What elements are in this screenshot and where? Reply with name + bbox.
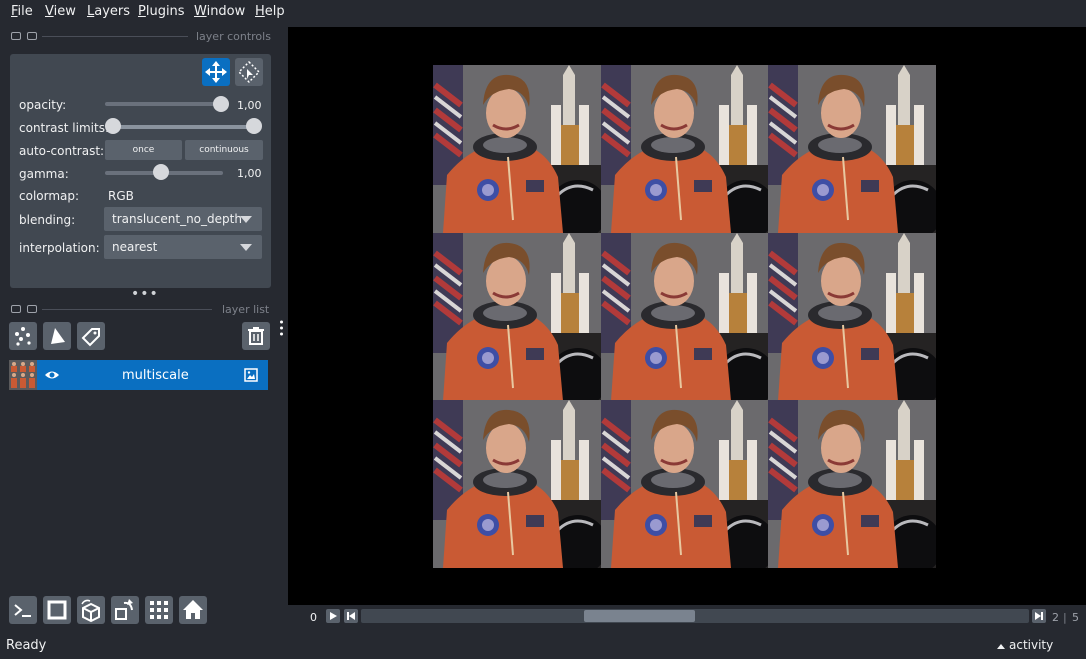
labels-icon [81, 328, 100, 347]
transpose-dims-button[interactable] [111, 596, 139, 624]
contrast-limits-slider[interactable] [113, 125, 253, 129]
dock-divider [42, 309, 212, 310]
opacity-slider[interactable] [105, 102, 223, 106]
gamma-slider-handle[interactable] [153, 164, 169, 180]
image-icon [244, 368, 258, 382]
float-dock-icon[interactable] [11, 305, 21, 313]
roll-icon [81, 599, 100, 623]
viewer-canvas[interactable] [288, 27, 1086, 605]
dims-slider-track[interactable] [361, 609, 1029, 623]
image-tile [768, 65, 936, 233]
points-icon [15, 327, 31, 346]
image-tile [600, 400, 769, 568]
chevron-down-icon [240, 244, 252, 251]
ndisplay-button[interactable] [43, 596, 71, 624]
more-options-icon[interactable] [280, 320, 283, 336]
console-icon [14, 604, 31, 617]
blending-label: blending: [19, 213, 76, 227]
roll-dims-button[interactable] [77, 596, 105, 624]
ndisplay-icon [47, 600, 67, 620]
menu-view[interactable]: View [45, 4, 76, 19]
play-icon [330, 612, 337, 620]
delete-layer-button[interactable] [242, 322, 270, 350]
dims-slider-handle[interactable] [584, 610, 695, 622]
blending-dropdown[interactable]: translucent_no_depth [104, 207, 262, 231]
activity-label: activity [1009, 638, 1054, 652]
play-button[interactable] [326, 609, 340, 623]
transform-icon [237, 60, 261, 84]
frame-separator: | [1063, 611, 1067, 624]
menu-window[interactable]: Window [194, 4, 245, 19]
layer-thumbnail [9, 360, 37, 390]
opacity-slider-handle[interactable] [213, 96, 229, 112]
frame-total: 5 [1072, 611, 1079, 624]
activity-button[interactable]: activity [996, 638, 1056, 654]
step-forward-button[interactable] [1032, 609, 1046, 623]
eye-icon [45, 371, 59, 379]
delete-icon [248, 327, 264, 345]
chevron-down-icon [240, 216, 252, 223]
dims-current-value: 0 [310, 611, 317, 624]
menu-bar: File View Layers Plugins Window Help [0, 0, 1086, 24]
image-tile [600, 65, 769, 233]
menu-help[interactable]: Help [255, 4, 285, 19]
float-dock-icon[interactable] [11, 32, 21, 40]
close-dock-icon[interactable] [27, 32, 37, 40]
interpolation-value: nearest [112, 240, 158, 254]
contrast-max-handle[interactable] [246, 118, 262, 134]
transform-mode-button[interactable] [235, 58, 263, 86]
move-mode-button[interactable] [202, 58, 230, 86]
layer-controls-title: layer controls [196, 30, 271, 43]
auto-contrast-continuous-button[interactable]: continuous [185, 140, 263, 160]
dock-divider [42, 36, 188, 37]
step-forward-icon [1035, 612, 1043, 620]
image-tile [433, 65, 601, 233]
status-text: Ready [6, 638, 47, 653]
status-bar: Ready activity [0, 634, 1086, 659]
close-dock-icon[interactable] [27, 305, 37, 313]
step-back-button[interactable] [344, 609, 358, 623]
contrast-limits-label: contrast limits: [19, 121, 109, 135]
menu-file[interactable]: File [11, 4, 33, 19]
contrast-min-handle[interactable] [105, 118, 121, 134]
interpolation-dropdown[interactable]: nearest [104, 235, 262, 259]
grid-icon [150, 601, 168, 619]
interpolation-label: interpolation: [19, 241, 100, 255]
home-icon [183, 600, 203, 619]
grid-view-button[interactable] [145, 596, 173, 624]
console-button[interactable] [9, 596, 37, 624]
splitter-handle[interactable]: ••• [131, 287, 159, 301]
image-tile [768, 232, 936, 401]
colormap-label: colormap: [19, 189, 80, 203]
layer-name[interactable]: multiscale [122, 368, 189, 383]
opacity-value: 1,00 [237, 99, 262, 112]
home-button[interactable] [179, 596, 207, 624]
layer-list-title: layer list [222, 303, 270, 316]
gamma-label: gamma: [19, 167, 69, 181]
gamma-value: 1,00 [237, 167, 262, 180]
blending-value: translucent_no_depth [112, 212, 242, 226]
transpose-icon [115, 599, 133, 620]
menu-layers[interactable]: Layers [87, 4, 130, 19]
visibility-toggle[interactable] [44, 368, 60, 382]
new-labels-layer-button[interactable] [77, 322, 105, 350]
frame-current: 2 [1052, 611, 1059, 624]
new-points-layer-button[interactable] [9, 322, 37, 350]
move-icon [205, 61, 227, 83]
image-tile [433, 232, 601, 401]
shapes-icon [51, 328, 65, 344]
auto-contrast-label: auto-contrast: [19, 144, 105, 158]
image-tile [768, 400, 936, 568]
auto-contrast-once-button[interactable]: once [105, 140, 182, 160]
layer-controls-panel: opacity: 1,00 contrast limits: auto-cont… [10, 54, 271, 288]
image-tile [433, 400, 601, 568]
opacity-label: opacity: [19, 98, 67, 112]
step-back-icon [347, 612, 355, 620]
image-tile [600, 232, 769, 401]
menu-plugins[interactable]: Plugins [138, 4, 185, 19]
colormap-value: RGB [108, 189, 134, 203]
new-shapes-layer-button[interactable] [43, 322, 71, 350]
chevron-up-icon [997, 644, 1005, 649]
